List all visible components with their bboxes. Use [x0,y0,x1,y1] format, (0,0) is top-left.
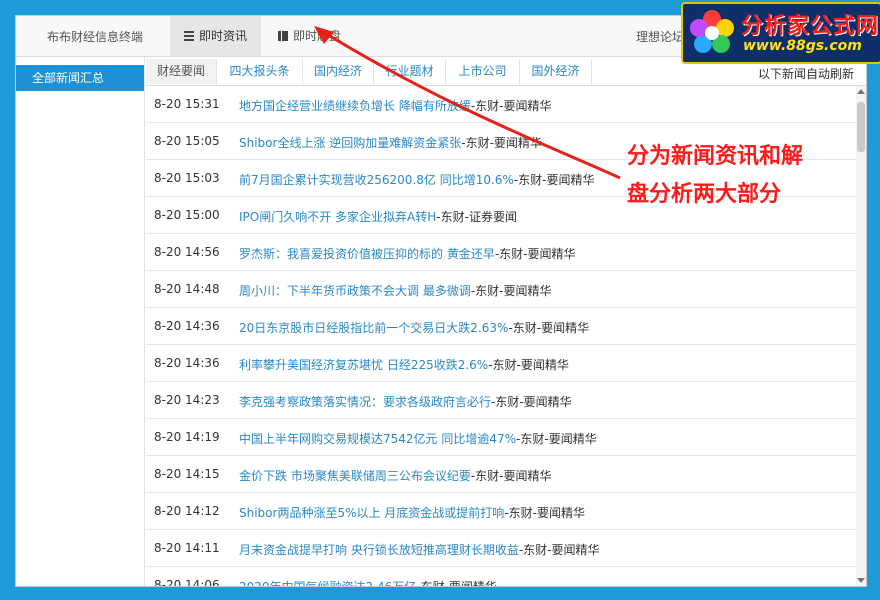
news-title-text[interactable]: 月末资金战提早打响 央行锁长放短推高理财长期收益 [239,543,519,557]
grid-list-icon [278,31,288,41]
annotation-text: 分为新闻资讯和解 盘分析两大部分 [627,138,832,214]
flower-logo-icon [690,10,734,53]
scroll-thumb[interactable] [857,102,865,152]
news-time: 8-20 14:48 [154,282,220,296]
news-source: -东财-要闻精华 [470,284,552,298]
news-time: 8-20 14:06 [154,578,220,586]
subtab-foreign-economy[interactable]: 国外经济 [520,59,592,84]
news-time: 8-20 15:00 [154,208,220,222]
news-row: 8-20 14:23 李克强考察政策落实情况：要求各级政府言必行-东财-要闻精华 [146,382,856,419]
subtab-domestic-economy[interactable]: 国内经济 [303,59,374,84]
news-title-link[interactable]: 周小川：下半年货币政策不会大调 最多微调-东财-要闻精华 [239,282,552,299]
news-row: 8-20 14:06 2020年中国气候融资达2.46万亿-东财-要闻精华 [146,567,856,586]
news-source: -东财-要闻精华 [491,395,572,409]
scroll-down-arrow-icon[interactable] [857,578,865,583]
subtab-four-papers[interactable]: 四大报头条 [217,59,303,84]
news-title-link[interactable]: 前7月国企累计实现营收256200.8亿 同比增10.6%-东财-要闻精华 [239,171,595,188]
news-time: 8-20 15:31 [154,97,220,111]
news-row: 8-20 14:48 周小川：下半年货币政策不会大调 最多微调-东财-要闻精华 [146,271,856,308]
news-row: 8-20 14:36 利率攀升美国经济复苏堪忧 日经225收跌2.6%-东财-要闻… [146,345,856,382]
news-title-text[interactable]: 罗杰斯：我喜爱投资价值被压抑的标的 黄金还早 [239,247,495,261]
annotation-line-1: 分为新闻资讯和解 [627,144,804,169]
news-title-link[interactable]: 地方国企经营业绩继续负增长 降幅有所放缓-东财-要闻精华 [239,97,552,114]
news-title-link[interactable]: Shibor全线上涨 逆回购加量难解资金紧张-东财-要闻精华 [239,134,542,151]
news-source: -东财-要闻精华 [461,136,542,150]
news-title-link[interactable]: 2020年中国气候融资达2.46万亿-东财-要闻精华 [239,578,497,586]
news-title-link[interactable]: 李克强考察政策落实情况：要求各级政府言必行-东财-要闻精华 [239,393,572,410]
news-title-link[interactable]: 月末资金战提早打响 央行锁长放短推高理财长期收益-东财-要闻精华 [239,541,600,558]
news-source: -东财-要闻精华 [470,99,552,113]
news-time: 8-20 14:19 [154,430,220,444]
news-row: 8-20 14:15 金价下跌 市场聚焦美联储周三公布会议纪要-东财-要闻精华 [146,456,856,493]
news-source: -东财-证券要闻 [436,210,517,224]
news-title-text[interactable]: 2020年中国气候融资达2.46万亿 [239,580,416,586]
news-source: -东财-要闻精华 [494,247,576,261]
news-row: 8-20 14:12 Shibor两品种涨至5%以上 月底资金战或提前打响-东财-… [146,493,856,530]
news-row: 8-20 14:11 月末资金战提早打响 央行锁长放短推高理财长期收益-东财-要闻… [146,530,856,567]
news-time: 8-20 15:03 [154,171,220,185]
news-source: -东财-要闻精华 [416,580,497,586]
news-time: 8-20 14:23 [154,393,220,407]
news-title-text[interactable]: 周小川：下半年货币政策不会大调 最多微调 [239,284,471,298]
news-title-link[interactable]: 罗杰斯：我喜爱投资价值被压抑的标的 黄金还早-东财-要闻精华 [239,245,576,262]
news-title-link[interactable]: IPO闸门久响不开 多家企业拟弃A转H-东财-证券要闻 [239,208,517,225]
terminal-window: 布布财经信息终端 即时资讯 即时解盘 理想论坛 在线 全部新闻汇总 财经要闻 四… [15,15,867,587]
annotation-line-2: 盘分析两大部分 [627,182,782,207]
news-title-text[interactable]: IPO闸门久响不开 多家企业拟弃A转H [239,210,436,224]
subtab-listed-companies[interactable]: 上市公司 [446,59,520,84]
news-row: 8-20 14:56 罗杰斯：我喜爱投资价值被压抑的标的 黄金还早-东财-要闻精华 [146,234,856,271]
subtab-finance-news[interactable]: 财经要闻 [146,59,217,84]
subtab-industry-topics[interactable]: 行业题材 [374,59,446,84]
news-title-text[interactable]: 20日东京股市日经股指比前一个交易日大跌2.63% [239,321,508,335]
news-title-text[interactable]: 李克强考察政策落实情况：要求各级政府言必行 [239,395,491,409]
auto-refresh-note: 以下新闻自动刷新 [757,67,854,81]
news-time: 8-20 14:15 [154,467,220,481]
news-title-link[interactable]: 20日东京股市日经股指比前一个交易日大跌2.63%-东财-要闻精华 [239,319,589,336]
news-title-text[interactable]: 中国上半年网购交易规模达7542亿元 同比增逾47% [239,432,516,446]
tab-instant-analysis[interactable]: 即时解盘 [264,16,355,56]
news-title-text[interactable]: 利率攀升美国经济复苏堪忧 日经225收跌2.6% [239,358,488,372]
sidebar-item-all-news[interactable]: 全部新闻汇总 [16,65,144,91]
news-title-text[interactable]: 前7月国企累计实现营收256200.8亿 同比增10.6% [239,173,514,187]
news-title-text[interactable]: 金价下跌 市场聚焦美联储周三公布会议纪要 [239,469,471,483]
news-title-text[interactable]: 地方国企经营业绩继续负增长 降幅有所放缓 [239,99,471,113]
tab-instant-news[interactable]: 即时资讯 [170,16,262,56]
news-scrollbar[interactable] [856,86,866,586]
news-title-text[interactable]: Shibor全线上涨 逆回购加量难解资金紧张 [239,136,461,150]
list-icon [184,31,194,41]
news-time: 8-20 14:36 [154,319,220,333]
news-title-text[interactable]: Shibor两品种涨至5%以上 月底资金战或提前打响 [239,506,504,520]
news-time: 8-20 14:56 [154,245,220,259]
news-title-link[interactable]: 中国上半年网购交易规模达7542亿元 同比增逾47%-东财-要闻精华 [239,430,597,447]
watermark-url: www.88gs.com [743,38,862,54]
news-source: -东财-要闻精华 [518,543,600,557]
news-title-link[interactable]: 利率攀升美国经济复苏堪忧 日经225收跌2.6%-东财-要闻精华 [239,356,569,373]
news-row: 8-20 15:31 地方国企经营业绩继续负增长 降幅有所放缓-东财-要闻精华 [146,86,856,123]
news-title-link[interactable]: 金价下跌 市场聚焦美联储周三公布会议纪要-东财-要闻精华 [239,467,552,484]
scroll-up-arrow-icon[interactable] [857,89,865,94]
news-time: 8-20 15:05 [154,134,220,148]
news-source: -东财-要闻精华 [504,506,585,520]
news-source: -东财-要闻精华 [513,173,595,187]
news-time: 8-20 14:36 [154,356,220,370]
news-row: 8-20 14:19 中国上半年网购交易规模达7542亿元 同比增逾47%-东财-… [146,419,856,456]
news-source: -东财-要闻精华 [516,432,597,446]
tab-instant-news-label: 即时资讯 [199,29,248,43]
news-source: -东财-要闻精华 [508,321,590,335]
sidebar: 全部新闻汇总 [16,57,145,586]
news-time: 8-20 14:11 [154,541,220,555]
news-row: 8-20 14:36 20日东京股市日经股指比前一个交易日大跌2.63%-东财-要… [146,308,856,345]
watermark-logo: 分析家公式网 www.88gs.com [681,2,880,64]
news-source: -东财-要闻精华 [470,469,552,483]
watermark-title: 分析家公式网 [741,14,880,39]
tab-instant-analysis-label: 即时解盘 [293,29,342,43]
news-source: -东财-要闻精华 [488,358,569,372]
app-brand: 布布财经信息终端 [47,30,144,44]
news-title-link[interactable]: Shibor两品种涨至5%以上 月底资金战或提前打响-东财-要闻精华 [239,504,585,521]
news-time: 8-20 14:12 [154,504,220,518]
